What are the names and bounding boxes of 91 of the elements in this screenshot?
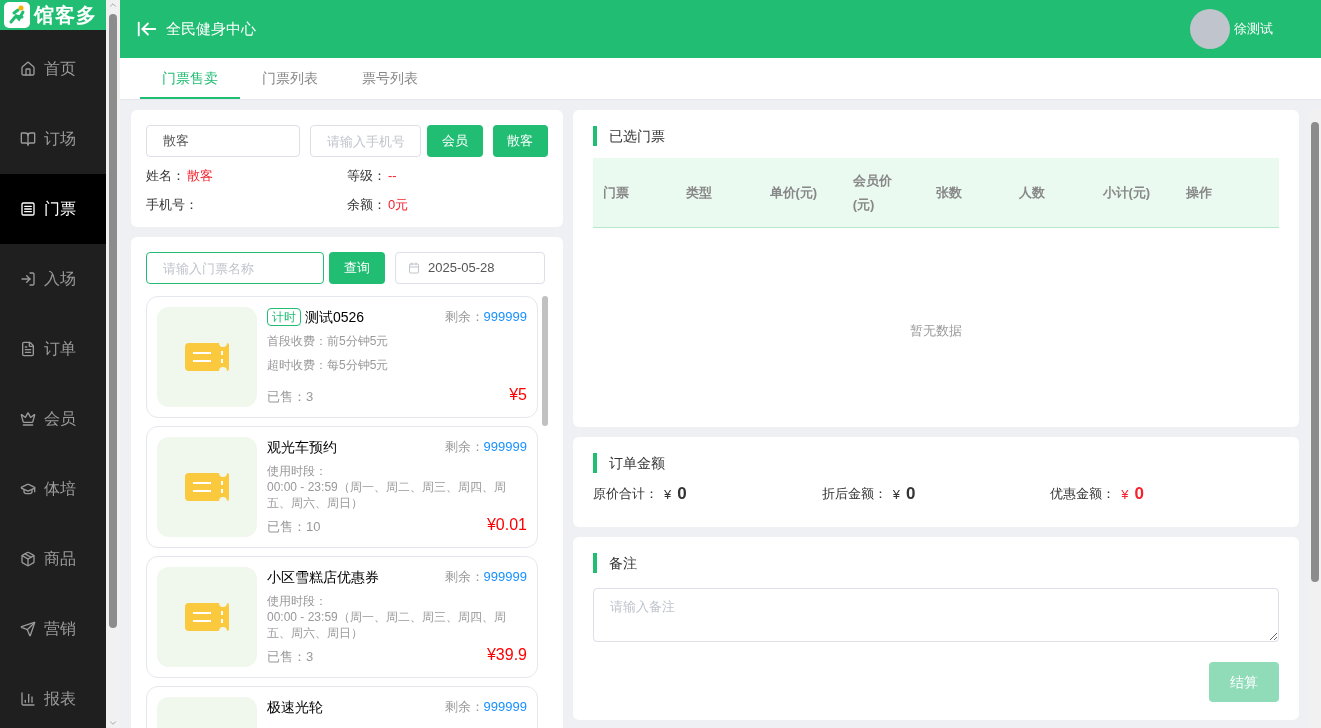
amount-value: ¥ 0 [1121, 483, 1145, 505]
ticket-detail: 使用时段： [267, 463, 328, 479]
menu-icon [20, 341, 36, 357]
calendar-icon [408, 262, 420, 274]
info-label: 姓名： [146, 166, 185, 185]
amount-label: 优惠金额： [1050, 485, 1116, 503]
menu-icon [20, 481, 36, 497]
ticket-card[interactable]: 计时 测试0526 剩余：999999 首段收费：前5分钟5元 超时收费：每5分钟5元 已售：3 ¥5 [146, 296, 538, 418]
remaining-count: 999999 [483, 699, 527, 715]
column-header: 张数 [936, 183, 963, 202]
sold-count: 已售：3 [267, 648, 314, 666]
menu-icon [20, 131, 36, 147]
ticket-icon [185, 473, 229, 501]
remaining-count: 999999 [483, 439, 527, 455]
venue-name: 全民健身中心 [166, 18, 256, 39]
section-title: 订单金额 [609, 454, 665, 473]
info-label: 余额： [347, 195, 386, 214]
sidebar-item[interactable]: 入场 [0, 244, 106, 314]
list-scrollbar[interactable] [542, 296, 548, 426]
sidebar-scrollbar[interactable] [106, 0, 120, 728]
avatar[interactable] [1190, 9, 1230, 49]
amount-label: 折后金额： [821, 485, 887, 503]
column-header: 小计(元) [1102, 183, 1152, 202]
ticket-name: 极速光轮 [267, 698, 323, 717]
sidebar-item[interactable]: 体培 [0, 454, 106, 524]
menu-icon [20, 621, 36, 637]
section-title: 备注 [609, 554, 637, 573]
timed-tag: 计时 [267, 308, 301, 326]
info-label: 手机号： [146, 195, 198, 214]
column-header: 类型 [686, 183, 714, 202]
ticket-card[interactable]: 极速光轮 剩余：999999 [146, 686, 538, 728]
sidebar-item[interactable]: 首页 [0, 34, 106, 104]
sidebar-item[interactable]: 门票 [0, 174, 106, 244]
sidebar-item[interactable]: 商品 [0, 524, 106, 594]
info-value: 0元 [388, 195, 409, 214]
amount-value: ¥ 0 [664, 483, 687, 505]
customer-type-field[interactable]: 散客 [146, 125, 300, 157]
menu-icon [20, 271, 36, 287]
amount-value: ¥ 0 [892, 483, 916, 505]
ticket-card[interactable]: 小区雪糕店优惠券 剩余：999999 使用时段： 00:00 - 23:59（周一、周二、周三、周四、周五、周六、周日） 已售：3 ¥39.9 [146, 556, 538, 678]
scroll-down-icon[interactable] [108, 718, 118, 728]
phone-field[interactable]: 请输入手机号 [310, 125, 421, 157]
ticket-price: ¥5 [509, 385, 527, 405]
menu-icon [20, 691, 36, 707]
scroll-up-icon[interactable] [108, 0, 118, 10]
column-header: 会员价(元) [852, 171, 893, 214]
sidebar-item[interactable]: 会员 [0, 384, 106, 454]
sidebar-item[interactable]: 订单 [0, 314, 106, 384]
remaining-label: 剩余： [444, 309, 484, 325]
menu-icon [20, 61, 36, 77]
tab[interactable]: 门票列表 [240, 58, 340, 99]
date-picker[interactable]: 2025-05-28 [395, 252, 545, 284]
ticket-detail: 00:00 - 23:59（周一、周二、周三、周四、周五、周六、周日） [267, 609, 507, 641]
ticket-name: 小区雪糕店优惠券 [267, 568, 379, 587]
brand-name: 馆客多 [34, 3, 97, 28]
remarks-field[interactable]: 请输入备注 [593, 588, 1279, 642]
info-label: 等级： [347, 166, 386, 185]
ticket-detail: 超时收费：每5分钟5元 [267, 357, 390, 373]
remaining-count: 999999 [483, 569, 527, 585]
ticket-name: 观光车预约 [267, 438, 337, 457]
menu-icon [20, 201, 36, 217]
column-header: 人数 [1019, 183, 1047, 202]
ticket-icon [185, 603, 229, 631]
remaining-label: 剩余： [444, 569, 484, 585]
ticket-price: ¥0.01 [486, 515, 527, 535]
sold-count: 已售：3 [267, 388, 314, 406]
ticket-card[interactable]: 观光车预约 剩余：999999 使用时段： 00:00 - 23:59（周一、周二、周三、周四、周五、周六、周日） 已售：10 ¥0.01 [146, 426, 538, 548]
remaining-label: 剩余： [444, 439, 484, 455]
sold-count: 已售：10 [267, 518, 321, 536]
section-title: 已选门票 [609, 127, 665, 146]
info-value: -- [388, 166, 397, 185]
remaining-label: 剩余： [444, 699, 484, 715]
amount-label: 原价合计： [593, 485, 658, 503]
ticket-name: 测试0526 [305, 308, 365, 327]
ticket-detail: 首段收费：前5分钟5元 [267, 333, 390, 349]
remaining-count: 999999 [483, 309, 527, 325]
tab[interactable]: 票号列表 [340, 58, 440, 99]
menu-icon [20, 411, 36, 427]
column-header: 门票 [603, 183, 630, 202]
ticket-price: ¥39.9 [486, 645, 527, 665]
sidebar-item[interactable]: 订场 [0, 104, 106, 174]
menu-icon [20, 551, 36, 567]
ticket-icon [185, 343, 229, 371]
column-header: 单价(元) [769, 183, 819, 202]
info-value: 散客 [187, 166, 213, 185]
column-header: 操作 [1185, 183, 1213, 202]
sidebar-item[interactable]: 营销 [0, 594, 106, 664]
ticket-detail: 使用时段： [267, 593, 328, 609]
empty-message: 暂无数据 [910, 321, 962, 340]
sidebar-item[interactable]: 报表 [0, 664, 106, 728]
ticket-detail: 00:00 - 23:59（周一、周二、周三、周四、周五、周六、周日） [267, 479, 507, 511]
